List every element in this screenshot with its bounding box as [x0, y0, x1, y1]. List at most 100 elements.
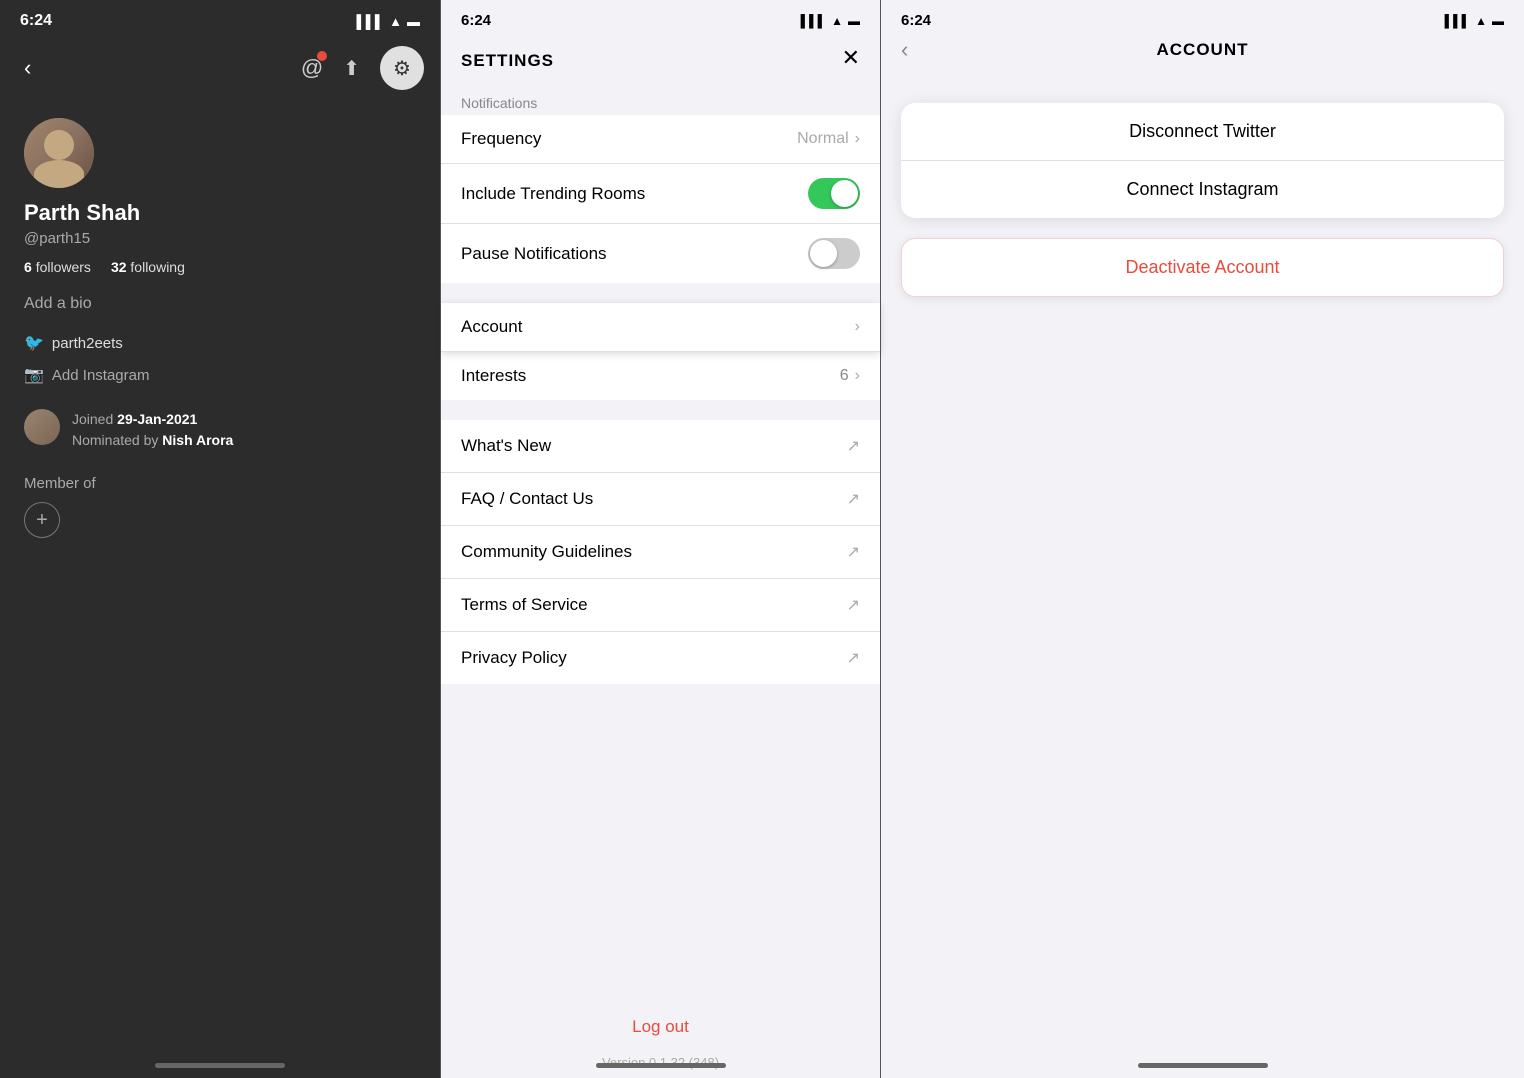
status-icons: ▌▌▌ ▲ ▬: [356, 14, 420, 29]
home-indicator: [155, 1063, 285, 1068]
disconnect-twitter-button[interactable]: Disconnect Twitter: [901, 103, 1504, 161]
status-bar-profile: 6:24 ▌▌▌ ▲ ▬: [0, 0, 440, 38]
account-label: Account: [461, 317, 522, 337]
settings-header: SETTINGS ✕: [441, 29, 880, 87]
pause-toggle-thumb: [810, 240, 837, 267]
settings-panel: 6:24 ▌▌▌ ▲ ▬ SETTINGS ✕ Notifications Fr…: [440, 0, 880, 1078]
battery-icon: ▬: [407, 14, 420, 29]
settings-status-icons: ▌▌▌ ▲ ▬: [801, 14, 860, 28]
gear-icon: ⚙: [393, 56, 411, 81]
pause-toggle[interactable]: [808, 238, 860, 269]
avatar: [24, 118, 94, 188]
external-link-icon-3: ↗: [847, 542, 860, 562]
notifications-section-label: Notifications: [441, 87, 880, 115]
settings-home-indicator: [596, 1063, 726, 1068]
settings-title: SETTINGS: [461, 41, 554, 79]
add-instagram-button[interactable]: 📷 Add Instagram: [24, 365, 416, 385]
connect-instagram-button[interactable]: Connect Instagram: [901, 161, 1504, 218]
whats-new-label: What's New: [461, 436, 551, 456]
pause-notifications-row[interactable]: Pause Notifications: [441, 224, 880, 283]
terms-label: Terms of Service: [461, 595, 588, 615]
frequency-label: Frequency: [461, 129, 541, 149]
nominator-avatar: [24, 409, 60, 445]
social-links: 🐦 parth2eets 📷 Add Instagram: [24, 333, 416, 385]
frequency-row[interactable]: Frequency Normal ›: [441, 115, 880, 164]
chevron-right-icon: ›: [855, 130, 860, 148]
notification-badge: [317, 51, 327, 61]
profile-content: Parth Shah @parth15 6 followers 32 follo…: [0, 102, 440, 554]
interests-chevron-icon: ›: [855, 367, 860, 385]
nav-action-icons: @ ⬆ ⚙: [301, 46, 424, 90]
account-row[interactable]: Account ›: [441, 303, 880, 352]
toggle-thumb: [831, 180, 858, 207]
account-nav: ‹ ACCOUNT: [881, 29, 1524, 73]
account-signal-icon: ▌▌▌: [1445, 14, 1471, 28]
logout-button[interactable]: Log out: [632, 1017, 689, 1036]
pause-label: Pause Notifications: [461, 244, 607, 264]
interests-right: 6 ›: [840, 367, 860, 385]
account-wifi-icon: ▲: [1475, 14, 1487, 28]
account-home-indicator: [1138, 1063, 1268, 1068]
community-row[interactable]: Community Guidelines ↗: [441, 526, 880, 579]
privacy-label: Privacy Policy: [461, 648, 567, 668]
external-link-icon-5: ↗: [847, 648, 860, 668]
time-display: 6:24: [20, 12, 52, 30]
settings-button[interactable]: ⚙: [380, 46, 424, 90]
whats-new-row[interactable]: What's New ↗: [441, 420, 880, 473]
frequency-value: Normal ›: [797, 130, 860, 148]
status-bar-account: 6:24 ▌▌▌ ▲ ▬: [881, 0, 1524, 29]
deactivate-account-button[interactable]: Deactivate Account: [901, 238, 1504, 297]
account-chevron-icon: ›: [855, 318, 860, 336]
faq-row[interactable]: FAQ / Contact Us ↗: [441, 473, 880, 526]
twitter-icon: 🐦: [24, 333, 44, 353]
trending-label: Include Trending Rooms: [461, 184, 645, 204]
account-time: 6:24: [901, 12, 931, 29]
wifi-icon: ▲: [389, 14, 402, 29]
status-bar-settings: 6:24 ▌▌▌ ▲ ▬: [441, 0, 880, 29]
separator-1: [441, 283, 880, 303]
logout-section: Log out: [441, 987, 880, 1047]
user-name: Parth Shah: [24, 200, 416, 226]
settings-close-button[interactable]: ✕: [842, 45, 860, 71]
notifications-group: Frequency Normal › Include Trending Room…: [441, 115, 880, 283]
account-battery-icon: ▬: [1492, 14, 1504, 28]
back-button[interactable]: ‹: [16, 51, 39, 85]
share-button[interactable]: ⬆: [343, 56, 360, 81]
settings-time: 6:24: [461, 12, 491, 29]
trending-rooms-row[interactable]: Include Trending Rooms: [441, 164, 880, 224]
add-club-button[interactable]: +: [24, 502, 60, 538]
account-title: ACCOUNT: [1157, 40, 1249, 60]
settings-battery-icon: ▬: [848, 14, 860, 28]
external-link-icon-4: ↗: [847, 595, 860, 615]
twitter-link[interactable]: 🐦 parth2eets: [24, 333, 416, 353]
account-group: Account › Interests 6 ›: [441, 303, 880, 400]
privacy-row[interactable]: Privacy Policy ↗: [441, 632, 880, 684]
account-status-icons: ▌▌▌ ▲ ▬: [1445, 14, 1504, 28]
external-link-icon-1: ↗: [847, 436, 860, 456]
external-link-icon-2: ↗: [847, 489, 860, 509]
mention-button[interactable]: @: [301, 55, 323, 81]
settings-content: 6:24 ▌▌▌ ▲ ▬ SETTINGS ✕ Notifications Fr…: [441, 0, 880, 1078]
community-label: Community Guidelines: [461, 542, 632, 562]
profile-stats: 6 followers 32 following: [24, 259, 416, 275]
account-panel: 6:24 ▌▌▌ ▲ ▬ ‹ ACCOUNT Disconnect Twitte…: [880, 0, 1524, 1078]
links-group: What's New ↗ FAQ / Contact Us ↗ Communit…: [441, 420, 880, 684]
interests-row[interactable]: Interests 6 ›: [441, 352, 880, 400]
interests-label: Interests: [461, 366, 526, 386]
settings-wifi-icon: ▲: [831, 14, 843, 28]
action-sheet: Disconnect Twitter Connect Instagram: [901, 103, 1504, 218]
signal-icon: ▌▌▌: [356, 14, 384, 29]
member-label: Member of: [24, 475, 416, 492]
joined-section: Joined 29-Jan-2021 Nominated by Nish Aro…: [24, 409, 416, 451]
terms-row[interactable]: Terms of Service ↗: [441, 579, 880, 632]
profile-nav: ‹ @ ⬆ ⚙: [0, 38, 440, 102]
add-bio-button[interactable]: Add a bio: [24, 295, 416, 313]
trending-toggle[interactable]: [808, 178, 860, 209]
following-stat: 32 following: [111, 259, 185, 275]
account-back-button[interactable]: ‹: [901, 37, 908, 63]
followers-stat: 6 followers: [24, 259, 91, 275]
joined-info: Joined 29-Jan-2021 Nominated by Nish Aro…: [72, 409, 233, 451]
user-handle: @parth15: [24, 230, 416, 247]
instagram-icon: 📷: [24, 365, 44, 385]
avatar-image: [24, 118, 94, 188]
